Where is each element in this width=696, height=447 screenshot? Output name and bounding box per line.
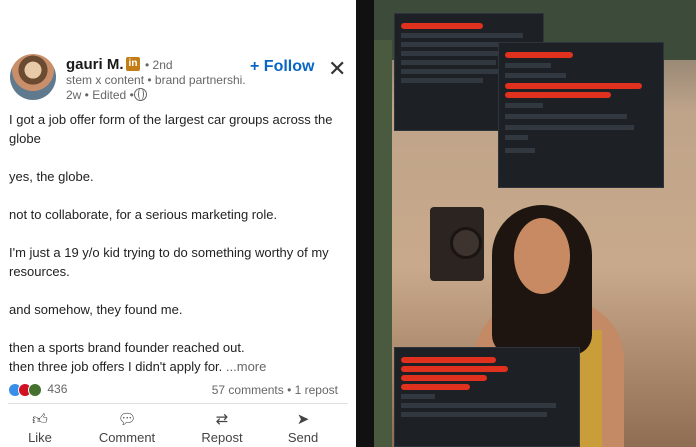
post-line: then three job offers I didn't apply for…: [9, 359, 223, 374]
redaction-bar: [505, 83, 642, 89]
redaction-bar: [401, 375, 487, 381]
author-name[interactable]: gauri M.: [66, 56, 124, 73]
repost-label: Repost: [201, 430, 243, 445]
post-line: I'm just a 19 y/o kid trying to do somet…: [9, 245, 329, 279]
globe-icon: [134, 88, 147, 101]
follow-button[interactable]: + Follow: [250, 58, 314, 76]
see-more-link[interactable]: ...more: [226, 359, 266, 374]
post-line: not to collaborate, for a serious market…: [9, 207, 278, 222]
thumbs-up-icon: 👍︎: [32, 411, 48, 428]
post-line: yes, the globe.: [9, 169, 94, 184]
panel-divider: [356, 0, 374, 447]
comment-button[interactable]: 💬︎ Comment: [92, 410, 162, 445]
connection-degree: • 2nd: [145, 58, 173, 72]
post-line: and somehow, they found me.: [9, 302, 183, 317]
redaction-bar: [401, 384, 470, 390]
post-meta: 2w • Edited •: [66, 88, 134, 102]
comment-label: Comment: [98, 430, 156, 445]
paper-plane-icon: ➤: [296, 411, 310, 428]
reaction-count: 436: [47, 382, 68, 396]
post-line-last: then three job offers I didn't apply for…: [9, 357, 349, 376]
redaction-bar: [401, 366, 508, 372]
speech-bubble-icon: 💬︎: [117, 411, 137, 428]
blurred-text: [401, 394, 573, 417]
linkedin-post: gauri M. in • 2nd stem x content • brand…: [0, 0, 356, 447]
repost-arrows-icon: ⇄: [215, 411, 229, 428]
close-icon[interactable]: ✕: [328, 58, 346, 80]
like-label: Like: [28, 430, 52, 445]
reaction-summary[interactable]: 436: [8, 382, 67, 397]
repost-button[interactable]: ⇄ Repost: [187, 410, 257, 445]
redaction-bar: [401, 23, 483, 29]
author-headline: stem x content • brand partnershi...: [66, 73, 246, 87]
linkedin-premium-icon: in: [126, 57, 140, 71]
redaction-bar: [505, 92, 612, 98]
blurred-text: [505, 63, 657, 78]
send-button[interactable]: ➤ Send: [268, 410, 338, 445]
person-face: [514, 218, 570, 294]
post-body: I got a job offer form of the largest ca…: [9, 110, 349, 376]
divider: [8, 403, 348, 404]
background-board: [374, 40, 392, 447]
redaction-bar: [401, 357, 496, 363]
message-screenshot: [394, 347, 580, 447]
message-screenshot: [498, 42, 664, 188]
redaction-bar: [505, 52, 574, 58]
avatar[interactable]: [10, 54, 56, 100]
like-button[interactable]: 👍︎ Like: [5, 410, 75, 445]
reaction-icons: [8, 382, 44, 397]
support-reaction-icon: [28, 382, 42, 397]
post-image[interactable]: [374, 0, 696, 447]
wall-telephone: [430, 207, 484, 281]
send-label: Send: [287, 430, 319, 445]
blurred-text: [505, 103, 657, 153]
post-line: I got a job offer form of the largest ca…: [9, 112, 333, 146]
comments-reposts-count[interactable]: 57 comments • 1 repost: [212, 383, 338, 397]
post-line: then a sports brand founder reached out.: [9, 340, 245, 355]
